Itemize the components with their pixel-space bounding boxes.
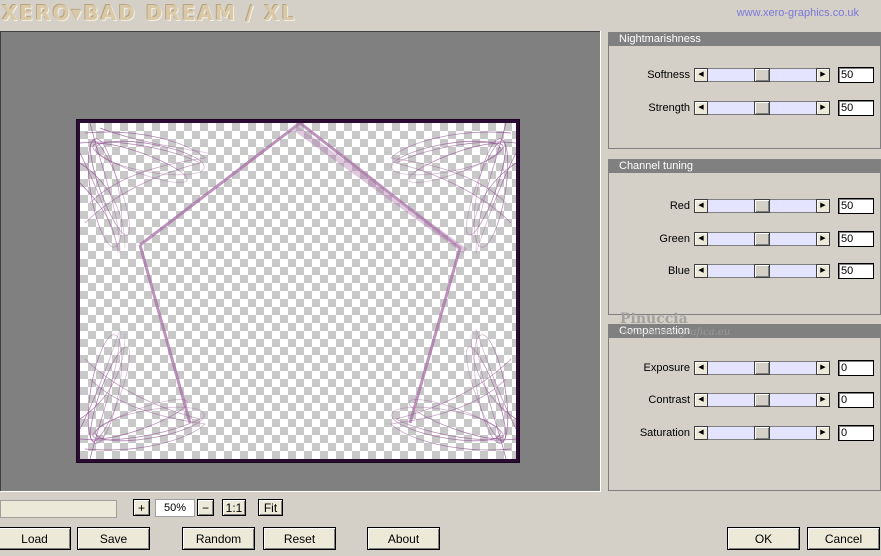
slider-thumb[interactable] <box>754 199 770 213</box>
arrow-left-icon[interactable]: ◀ <box>694 426 708 440</box>
preview-area[interactable] <box>0 31 601 492</box>
arrow-right-icon[interactable]: ▶ <box>816 393 830 407</box>
arrow-right-icon[interactable]: ▶ <box>816 361 830 375</box>
arrow-right-icon[interactable]: ▶ <box>816 232 830 246</box>
slider-thumb[interactable] <box>754 393 770 407</box>
reset-button[interactable]: Reset <box>263 527 336 550</box>
arrow-right-icon[interactable]: ▶ <box>816 68 830 82</box>
arrow-left-icon[interactable]: ◀ <box>694 393 708 407</box>
arrow-left-icon[interactable]: ◀ <box>694 68 708 82</box>
load-button[interactable]: Load <box>0 527 71 550</box>
panel-title: Channel tuning <box>609 159 880 173</box>
green-control: Green ◀ ▶ 50 <box>609 231 881 248</box>
red-slider[interactable]: ◀ ▶ <box>694 199 830 213</box>
zoom-fit-button[interactable]: Fit <box>258 499 283 516</box>
softness-slider[interactable]: ◀ ▶ <box>694 68 830 82</box>
arrow-left-icon[interactable]: ◀ <box>694 101 708 115</box>
slider-thumb[interactable] <box>754 68 770 82</box>
status-field <box>0 500 117 518</box>
save-button[interactable]: Save <box>77 527 150 550</box>
saturation-label: Saturation <box>639 427 690 439</box>
contrast-value[interactable]: 0 <box>838 392 874 408</box>
random-button[interactable]: Random <box>182 527 255 550</box>
arrow-right-icon[interactable]: ▶ <box>816 101 830 115</box>
exposure-label: Exposure <box>643 362 690 374</box>
saturation-slider[interactable]: ◀ ▶ <box>694 426 830 440</box>
panel-channel-tuning: Channel tuning Red ◀ ▶ 50 Green ◀ ▶ 50 B… <box>608 159 881 315</box>
strength-control: Strength ◀ ▶ 50 <box>609 100 881 117</box>
strength-slider[interactable]: ◀ ▶ <box>694 101 830 115</box>
exposure-slider[interactable]: ◀ ▶ <box>694 361 830 375</box>
arrow-right-icon[interactable]: ▶ <box>816 426 830 440</box>
watermark-url: www.lunedigrafica.eu <box>620 327 731 338</box>
exposure-value[interactable]: 0 <box>838 360 874 376</box>
softness-label: Softness <box>647 69 690 81</box>
blue-label: Blue <box>667 265 690 277</box>
green-value[interactable]: 50 <box>838 231 874 247</box>
blue-value[interactable]: 50 <box>838 263 874 279</box>
preview-image[interactable] <box>80 123 516 459</box>
arrow-right-icon[interactable]: ▶ <box>816 199 830 213</box>
arrow-left-icon[interactable]: ◀ <box>694 232 708 246</box>
arrow-left-icon[interactable]: ◀ <box>694 264 708 278</box>
slider-thumb[interactable] <box>754 264 770 278</box>
saturation-control: Saturation ◀ ▶ 0 <box>609 425 881 442</box>
panel-compensation: Compensation Exposure ◀ ▶ 0 Contrast ◀ ▶… <box>608 324 881 491</box>
strength-label: Strength <box>648 102 690 114</box>
panel-title: Nightmarishness <box>609 32 880 46</box>
red-value[interactable]: 50 <box>838 198 874 214</box>
contrast-slider[interactable]: ◀ ▶ <box>694 393 830 407</box>
arrow-right-icon[interactable]: ▶ <box>816 264 830 278</box>
slider-thumb[interactable] <box>754 426 770 440</box>
arrow-left-icon[interactable]: ◀ <box>694 199 708 213</box>
corner-ornaments <box>80 123 516 459</box>
panel-nightmarishness: Nightmarishness Softness ◀ ▶ 50 Strength… <box>608 32 881 149</box>
exposure-control: Exposure ◀ ▶ 0 <box>609 360 881 377</box>
zoom-actual-size-button[interactable]: 1:1 <box>222 499 246 516</box>
saturation-value[interactable]: 0 <box>838 425 874 441</box>
zoom-out-button[interactable]: − <box>197 499 214 516</box>
zoom-level: 50% <box>155 499 195 517</box>
green-slider[interactable]: ◀ ▶ <box>694 232 830 246</box>
cancel-button[interactable]: Cancel <box>807 527 880 550</box>
blue-control: Blue ◀ ▶ 50 <box>609 263 881 280</box>
green-label: Green <box>659 233 690 245</box>
slider-thumb[interactable] <box>754 232 770 246</box>
ok-button[interactable]: OK <box>727 527 800 550</box>
strength-value[interactable]: 50 <box>838 100 874 116</box>
watermark-name: Pinuccia <box>620 311 688 327</box>
softness-value[interactable]: 50 <box>838 67 874 83</box>
preview-image-frame <box>77 120 519 462</box>
pentagon-shape <box>138 123 467 424</box>
watermark-text: Pinuccia www.lunedigrafica.eu <box>620 312 730 340</box>
plugin-logo: XERO▾BAD DREAM / XL <box>2 1 297 25</box>
red-label: Red <box>669 200 690 212</box>
title-bar: XERO▾BAD DREAM / XL www.xero-graphics.co… <box>0 0 881 25</box>
pentagon-frame-design <box>80 123 516 459</box>
contrast-label: Contrast <box>648 394 690 406</box>
zoom-in-button[interactable]: + <box>133 499 150 516</box>
blue-slider[interactable]: ◀ ▶ <box>694 264 830 278</box>
website-link[interactable]: www.xero-graphics.co.uk <box>737 7 859 19</box>
about-button[interactable]: About <box>367 527 440 550</box>
contrast-control: Contrast ◀ ▶ 0 <box>609 392 881 409</box>
arrow-left-icon[interactable]: ◀ <box>694 361 708 375</box>
slider-thumb[interactable] <box>754 361 770 375</box>
red-control: Red ◀ ▶ 50 <box>609 198 881 215</box>
slider-thumb[interactable] <box>754 101 770 115</box>
softness-control: Softness ◀ ▶ 50 <box>609 67 881 84</box>
